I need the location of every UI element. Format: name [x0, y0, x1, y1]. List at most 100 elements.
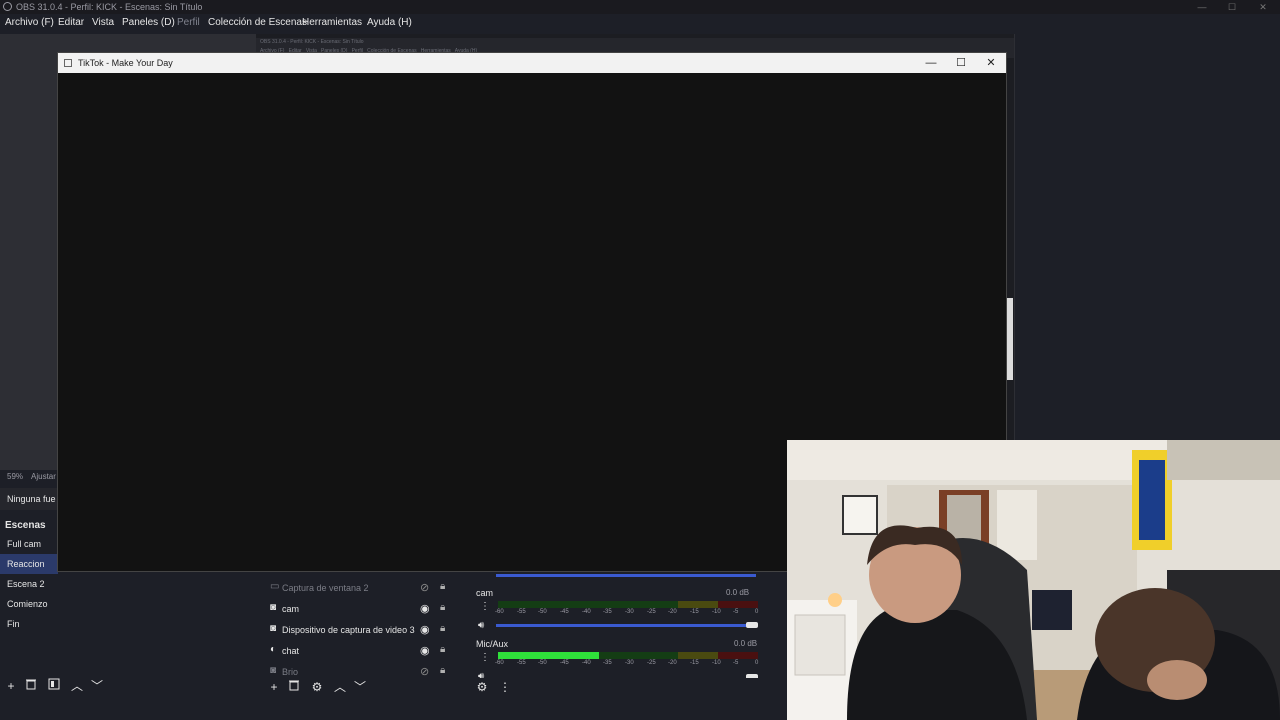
scene-item[interactable]: Full cam [0, 534, 58, 554]
maximize-button[interactable]: ☐ [1217, 0, 1247, 14]
hidden-eye-icon[interactable]: ⊘ [420, 581, 429, 594]
source-row[interactable]: ▭ Captura de ventana 2 ⊘ 🔒︎ [262, 578, 462, 598]
scene-label: Escena 2 [7, 579, 45, 589]
eye-icon[interactable]: ◉ [420, 644, 430, 657]
meter-tick-label: -15 [690, 660, 699, 666]
scene-label: Reaccion [7, 559, 45, 569]
window-capture-icon: ▭ [270, 581, 280, 592]
channel-db: 0.0 dB [726, 588, 750, 597]
meter-tick-label: -25 [647, 660, 656, 666]
fader-track[interactable] [496, 624, 756, 627]
source-name: chat [282, 646, 300, 656]
mixer-menu-icon[interactable]: ⋮ [497, 679, 513, 695]
menu-ayuda[interactable]: Ayuda (H) [367, 17, 412, 28]
source-name: cam [282, 604, 300, 614]
channel-name: cam [476, 588, 494, 598]
close-button[interactable]: ✕ [1248, 0, 1278, 14]
meter-tick-label: -60 [495, 660, 504, 666]
tiktok-minimize-button[interactable]: — [916, 55, 946, 71]
meter-tick-label: -40 [582, 660, 591, 666]
scene-filters-icon[interactable] [46, 678, 62, 694]
camera-icon: ◙ [270, 665, 277, 676]
scenes-header: Escenas [5, 520, 46, 531]
preview-scene-edge [1007, 298, 1013, 380]
tiktok-title-bar[interactable]: TikTok - Make Your Day — ☐ ✕ [58, 53, 1006, 73]
eye-icon[interactable]: ◉ [420, 623, 430, 636]
meter-tick-label: -10 [712, 660, 721, 666]
meter-tick-label: -20 [668, 609, 677, 615]
move-down-icon[interactable]: ﹀ [89, 678, 105, 694]
eye-icon[interactable]: ◉ [420, 602, 430, 615]
tiktok-app-icon [64, 59, 72, 67]
source-name: Captura de ventana 2 [282, 583, 369, 593]
advanced-audio-icon[interactable]: ⚙ [474, 679, 490, 695]
add-source-icon[interactable]: + [266, 679, 282, 695]
more-options-icon[interactable]: ⋮ [480, 652, 490, 663]
remove-source-icon[interactable] [286, 679, 302, 695]
meter-tick-label: -20 [668, 660, 677, 666]
source-up-icon[interactable]: ︿ [332, 679, 348, 695]
meter-tick-label: -25 [647, 609, 656, 615]
meter-tick-label: -30 [625, 660, 634, 666]
meter-level [498, 652, 599, 659]
menu-coleccion-escenas[interactable]: Colección de Escenas [208, 17, 307, 28]
obs-window-title: OBS 31.0.4 - Perfil: KICK - Escenas: Sin… [16, 2, 203, 12]
source-down-icon[interactable]: ﹀ [352, 679, 368, 695]
scene-item-selected[interactable]: Reaccion [0, 554, 58, 574]
menu-perfil[interactable]: Perfil [177, 17, 200, 28]
no-source-label: Ninguna fue [0, 488, 58, 510]
menu-archivo[interactable]: Archivo (F) [5, 17, 54, 28]
move-up-icon[interactable]: ︿ [69, 678, 85, 694]
meter-tick-label: -15 [690, 609, 699, 615]
lock-icon[interactable]: 🔒︎ [440, 665, 445, 676]
scene-item[interactable]: Escena 2 [0, 574, 58, 594]
meter-tick-label: 0 [755, 660, 759, 666]
source-settings-icon[interactable]: ⚙ [309, 679, 325, 695]
menu-bar: Archivo (F) Editar Vista Paneles (D) Per… [0, 14, 1280, 32]
source-row[interactable]: ◙ cam ◉ 🔒︎ [262, 599, 462, 619]
meter-tick-label: -45 [560, 609, 569, 615]
add-scene-icon[interactable]: + [3, 678, 19, 694]
scene-item[interactable]: Comienzo [0, 594, 58, 614]
source-row[interactable]: ◙ Dispositivo de captura de video 3 ◉ 🔒︎ [262, 620, 462, 640]
meter-tick-label: -55 [517, 660, 526, 666]
lock-icon[interactable]: 🔒︎ [440, 581, 445, 592]
menu-paneles[interactable]: Paneles (D) [122, 17, 175, 28]
tiktok-window-title: TikTok - Make Your Day [78, 58, 173, 68]
hidden-eye-icon[interactable]: ⊘ [420, 665, 429, 678]
mixer-toolbar: ⚙ ⋮ [470, 678, 770, 696]
tiktok-maximize-button[interactable]: ☐ [946, 55, 976, 71]
tiktok-close-button[interactable]: ✕ [976, 55, 1006, 71]
channel-db: 0.0 dB [734, 639, 758, 648]
audio-mixer-dock: cam 0.0 dB ⋮ -60 -55 -50 -45 -40 -35 -30 -25 -20… [470, 574, 770, 684]
speaker-icon[interactable]: 🔊︎ [478, 620, 484, 631]
menu-herramientas[interactable]: Herramientas [302, 17, 362, 28]
remove-scene-icon[interactable] [23, 678, 39, 694]
minimize-button[interactable]: — [1187, 0, 1217, 14]
source-row[interactable]: ◙ Brio ⊘ 🔒︎ [262, 662, 462, 678]
webcam-overlay [787, 440, 1280, 720]
fader-track[interactable] [496, 574, 756, 577]
zoom-level[interactable]: 59% [7, 472, 23, 481]
camera-icon: ◙ [270, 623, 277, 634]
source-row[interactable]: ◐ chat ◉ 🔒︎ [262, 641, 462, 661]
meter-tick-label: -50 [538, 660, 547, 666]
source-name: Brio [282, 667, 299, 677]
lock-icon[interactable]: 🔒︎ [440, 644, 445, 655]
lock-icon[interactable]: 🔒︎ [440, 623, 445, 634]
menu-vista[interactable]: Vista [92, 17, 114, 28]
scene-label: Full cam [7, 539, 42, 549]
sources-dock: ▭ Captura de ventana 2 ⊘ 🔒︎ ◙ cam ◉ 🔒︎ ◙… [262, 578, 462, 678]
zoom-mode[interactable]: Ajustar [31, 472, 56, 481]
obs-title-bar: OBS 31.0.4 - Perfil: KICK - Escenas: Sin… [0, 0, 1280, 14]
menu-editar[interactable]: Editar [58, 17, 84, 28]
webcam-feed-image [787, 440, 1280, 720]
no-source-text: Ninguna fue [7, 494, 56, 504]
meter-tick-label: -40 [582, 609, 591, 615]
meter-tick-label: -30 [625, 609, 634, 615]
fader-knob[interactable] [746, 622, 758, 628]
scene-item[interactable]: Fin [0, 614, 58, 634]
lock-icon[interactable]: 🔒︎ [440, 602, 445, 613]
more-options-icon[interactable]: ⋮ [480, 601, 490, 612]
meter-tick-label: -5 [733, 609, 739, 615]
